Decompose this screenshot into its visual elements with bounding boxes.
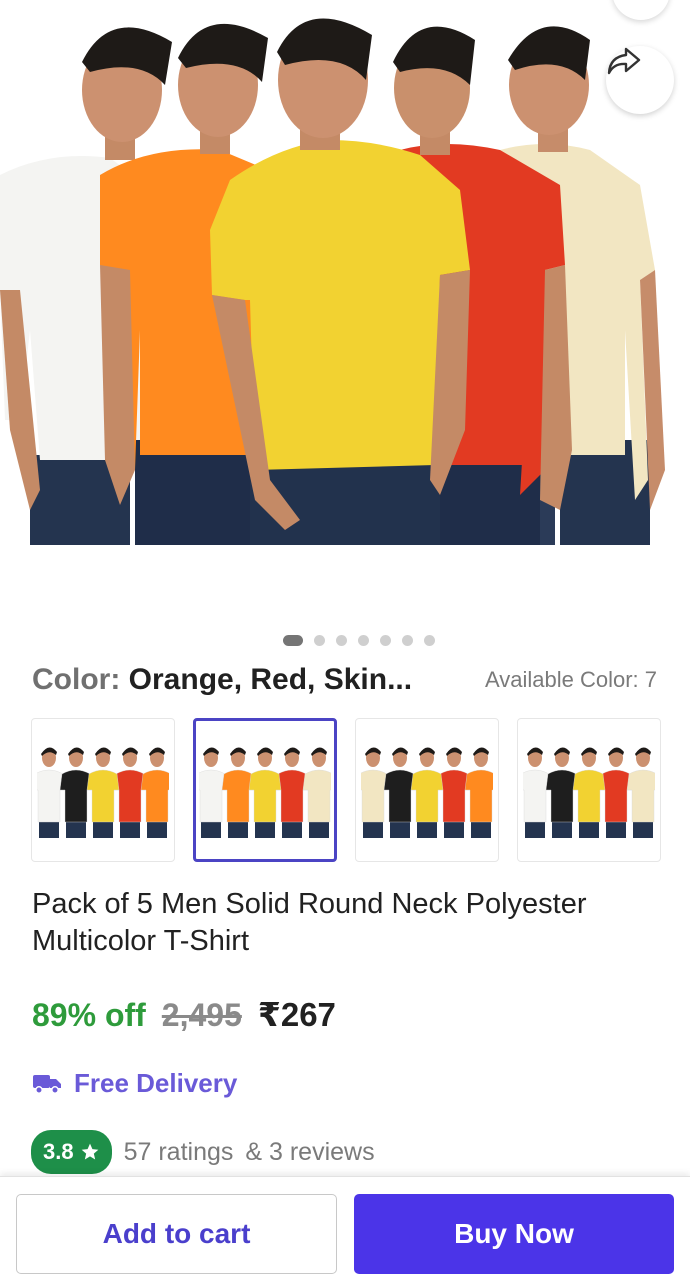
share-button[interactable] (606, 46, 674, 114)
share-icon (607, 47, 641, 75)
buy-now-button[interactable]: Buy Now (354, 1194, 674, 1274)
rating-score: 3.8 (43, 1139, 74, 1164)
variant-thumbnail-image (37, 747, 169, 838)
product-page: Color: Orange, Red, Skin... Available Co… (0, 0, 690, 1280)
star-icon (81, 1143, 98, 1160)
variant-thumbnail-image (523, 747, 655, 838)
product-photo (0, 18, 665, 545)
variant-thumbnail[interactable] (517, 718, 661, 862)
carousel-indicator[interactable] (0, 635, 690, 646)
delivery-info: Free Delivery (32, 1068, 237, 1099)
carousel-dot[interactable] (380, 635, 391, 646)
carousel-dot[interactable] (358, 635, 369, 646)
free-delivery-label: Free Delivery (74, 1068, 238, 1098)
bottom-action-bar: Add to cart Buy Now (0, 1176, 690, 1280)
ratings-count: 57 ratings (123, 1137, 234, 1166)
rating-badge[interactable]: 3.8 (31, 1130, 112, 1174)
carousel-dot[interactable] (402, 635, 413, 646)
price-row: 89% off 2,495 ₹267 (32, 995, 336, 1034)
variant-thumbnail[interactable] (193, 718, 337, 862)
rating-row[interactable]: 3.8 57 ratings & 3 reviews (31, 1130, 375, 1174)
product-title: Pack of 5 Men Solid Round Neck Polyester… (32, 888, 587, 957)
variant-thumbnail[interactable] (31, 718, 175, 862)
carousel-dot[interactable] (314, 635, 325, 646)
add-to-cart-button[interactable]: Add to cart (16, 1194, 337, 1274)
selected-color-value: Orange, Red, Skin... (128, 663, 413, 696)
color-key: Color: (32, 663, 121, 696)
product-image[interactable] (0, 0, 690, 545)
original-price: 2,495 (161, 997, 242, 1033)
discount-percent: 89% off (32, 997, 146, 1033)
reviews-count: & 3 reviews (245, 1137, 375, 1166)
variant-thumbnail[interactable] (355, 718, 499, 862)
variant-thumbnails (31, 718, 661, 862)
carousel-dot[interactable] (424, 635, 435, 646)
carousel-dot[interactable] (283, 635, 303, 646)
color-label: Color: Orange, Red, Skin... (32, 663, 412, 697)
variant-thumbnail-image (361, 747, 493, 838)
variant-thumbnail-image (199, 747, 331, 838)
carousel-dot[interactable] (336, 635, 347, 646)
color-selector-header: Color: Orange, Red, Skin... Available Co… (32, 662, 657, 698)
available-colors-count: Available Color: 7 (484, 667, 657, 692)
selling-price: ₹267 (257, 996, 336, 1033)
truck-icon (33, 1074, 61, 1094)
